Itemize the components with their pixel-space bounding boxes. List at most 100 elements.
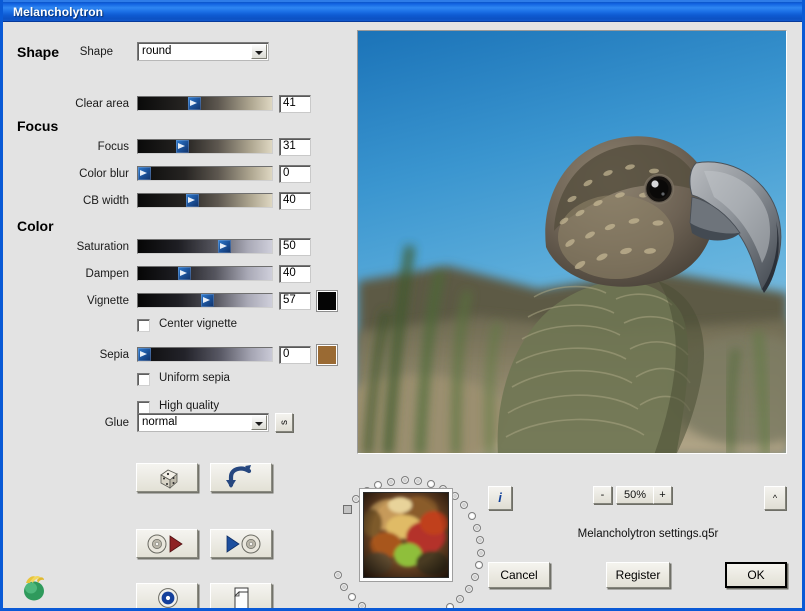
preset-ring-dot[interactable] [427, 480, 435, 488]
zoom-in-button[interactable]: + [653, 486, 672, 504]
color-blur-slider-handle[interactable] [138, 167, 151, 180]
zoom-level-label: 50% [624, 489, 646, 501]
app-logo-icon [17, 570, 51, 604]
cb-width-slider-handle[interactable] [186, 194, 199, 207]
focus-value: 31 [283, 140, 296, 152]
save-preset-button[interactable] [210, 529, 272, 558]
dampen-slider-handle[interactable] [178, 267, 191, 280]
preset-ring-dot[interactable] [460, 501, 468, 509]
preset-ring-dot[interactable] [468, 512, 476, 520]
zoom-out-label: - [601, 489, 605, 501]
color-blur-value-field[interactable]: 0 [279, 165, 311, 183]
color-blur-slider[interactable] [137, 166, 273, 181]
sepia-value-field[interactable]: 0 [279, 346, 311, 364]
preset-ring-dot[interactable] [348, 593, 356, 601]
preset-ring-dot[interactable] [456, 595, 464, 603]
checkbox-uniform-sepia-label: Uniform sepia [159, 372, 230, 384]
preset-ring-dot[interactable] [401, 476, 409, 484]
collapse-button[interactable]: ^ [764, 486, 786, 510]
checkbox-center-vignette-label: Center vignette [159, 318, 237, 330]
zoom-level-display[interactable]: 50% [616, 486, 654, 504]
focus-slider[interactable] [137, 139, 273, 154]
preset-ring-dot[interactable] [471, 573, 479, 581]
clear-area-value-field[interactable]: 41 [279, 95, 311, 113]
preset-ring-dot[interactable] [446, 603, 454, 611]
preset-ring-origin[interactable] [343, 505, 352, 514]
dampen-value-field[interactable]: 40 [279, 265, 311, 283]
saturation-slider-handle[interactable] [218, 240, 231, 253]
title-bar[interactable]: Melancholytron [3, 0, 805, 22]
register-button[interactable]: Register [606, 562, 670, 588]
clear-area-slider-handle[interactable] [188, 97, 201, 110]
preview-image-frame[interactable] [357, 30, 787, 454]
preset-ring-dot[interactable] [465, 585, 473, 593]
clear-area-label: Clear area [43, 98, 129, 110]
cb-width-label: CB width [43, 195, 129, 207]
shape-select-value: round [142, 45, 171, 57]
preset-thumbnail-frame[interactable] [359, 488, 453, 582]
blue-disk-icon [137, 584, 199, 611]
preset-ring-dot[interactable] [476, 536, 484, 544]
preset-ring-dot[interactable] [475, 561, 483, 569]
dampen-value: 40 [283, 267, 296, 279]
focus-value-field[interactable]: 31 [279, 138, 311, 156]
undo-button[interactable] [210, 463, 272, 492]
vignette-label: Vignette [43, 295, 129, 307]
preset-thumbnail[interactable] [363, 492, 449, 578]
glue-select[interactable]: normal [137, 413, 269, 432]
randomize-button[interactable] [136, 463, 198, 492]
focus-slider-handle[interactable] [176, 140, 189, 153]
vignette-slider[interactable] [137, 293, 273, 308]
vignette-color-swatch[interactable] [317, 291, 337, 311]
checkbox-uniform-sepia[interactable] [137, 373, 150, 386]
info-button[interactable]: i [488, 486, 512, 510]
cb-width-slider[interactable] [137, 193, 273, 208]
shape-label: Shape [43, 46, 113, 58]
preset-ring-dot[interactable] [473, 524, 481, 532]
copy-pages-icon [211, 584, 273, 611]
glue-settings-button[interactable]: s [275, 413, 293, 432]
reset-button[interactable] [136, 583, 198, 611]
arrow-to-disk-icon [211, 530, 273, 559]
saturation-slider[interactable] [137, 239, 273, 254]
preview-image[interactable] [358, 31, 787, 454]
shape-select[interactable]: round [137, 42, 269, 61]
saturation-value: 50 [283, 240, 296, 252]
cancel-button[interactable]: Cancel [488, 562, 550, 588]
chevron-down-icon[interactable] [251, 44, 267, 59]
cb-width-value: 40 [283, 194, 296, 206]
sepia-label: Sepia [43, 349, 129, 361]
color-blur-value: 0 [283, 167, 289, 179]
preset-ring-dot[interactable] [477, 549, 485, 557]
preset-ring-dot[interactable] [334, 571, 342, 579]
group-header-color: Color [17, 218, 54, 234]
preset-ring-dot[interactable] [358, 602, 366, 610]
preset-ring-dot[interactable] [387, 478, 395, 486]
sepia-color-swatch[interactable] [317, 345, 337, 365]
vignette-value-field[interactable]: 57 [279, 292, 311, 310]
load-preset-button[interactable] [136, 529, 198, 558]
group-header-focus: Focus [17, 118, 58, 134]
dampen-slider[interactable] [137, 266, 273, 281]
window-title: Melancholytron [13, 5, 103, 19]
preset-ring-dot[interactable] [340, 583, 348, 591]
zoom-out-button[interactable]: - [593, 486, 612, 504]
copy-button[interactable] [210, 583, 272, 611]
clear-area-slider[interactable] [137, 96, 273, 111]
chevron-down-icon[interactable] [251, 415, 267, 430]
clear-area-value: 41 [283, 97, 296, 109]
vignette-value: 57 [283, 294, 296, 306]
saturation-value-field[interactable]: 50 [279, 238, 311, 256]
color-blur-label: Color blur [43, 168, 129, 180]
sepia-slider[interactable] [137, 347, 273, 362]
sepia-slider-handle[interactable] [138, 348, 151, 361]
dialog-body: Shape Focus Color Shape round Clear area… [3, 22, 802, 608]
preset-ring-dot[interactable] [414, 477, 422, 485]
glue-select-value: normal [142, 416, 177, 428]
focus-label: Focus [43, 141, 129, 153]
ok-button[interactable]: OK [725, 562, 787, 588]
checkbox-center-vignette[interactable] [137, 319, 150, 332]
vignette-slider-handle[interactable] [201, 294, 214, 307]
saturation-label: Saturation [43, 241, 129, 253]
cb-width-value-field[interactable]: 40 [279, 192, 311, 210]
